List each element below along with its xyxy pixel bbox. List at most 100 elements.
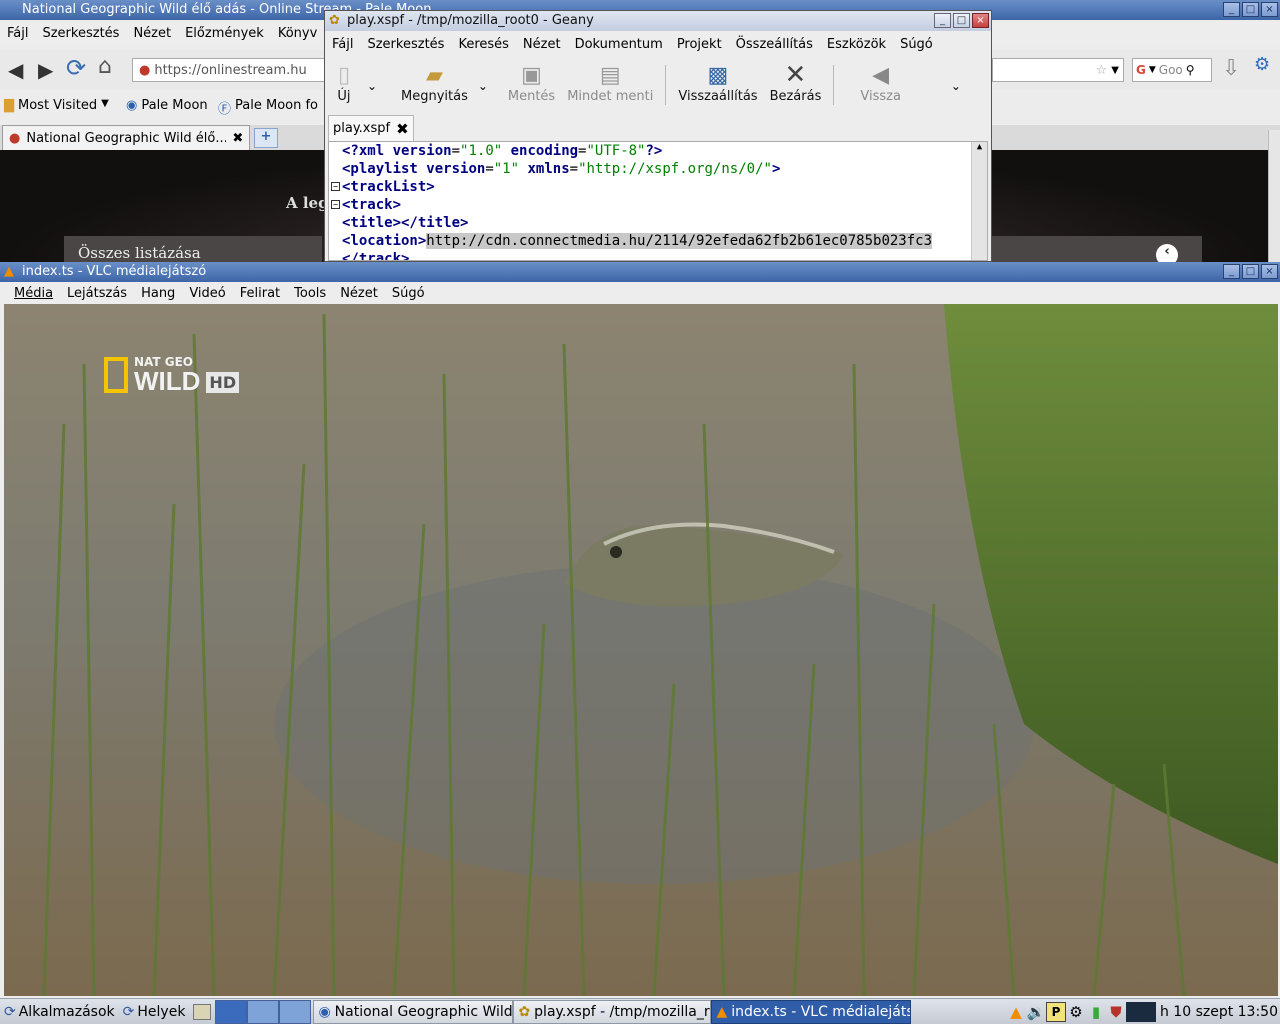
bookmark-pale-moon[interactable]: ◉ Pale Moon [126,98,208,113]
task-vlc[interactable]: ▲ index.ts - VLC médialejáts: [711,999,912,1024]
workspace-1[interactable] [215,999,248,1024]
page-scrollbar[interactable] [1268,130,1280,262]
geany-titlebar[interactable]: ✿ play.xspf - /tmp/mozilla_root0 - Geany… [325,11,991,31]
xml-eq: = [485,161,494,177]
task-geany[interactable]: ✿ play.xspf - /tmp/mozilla_rc [513,999,712,1024]
menu-view[interactable]: Nézet [126,26,178,41]
shield-icon[interactable]: ⛊ [1106,1002,1126,1022]
tab-national-geographic[interactable]: ● National Geographic Wild élő... ✖ [2,125,250,150]
maximize-button[interactable]: □ [1242,264,1259,279]
list-all-button[interactable]: Összes listázása [64,236,322,262]
xml-tag-end: > [771,161,781,177]
menu-video[interactable]: Videó [182,286,232,301]
save-all-button[interactable]: ▤ Mindet menti [561,55,659,105]
new-dropdown-icon[interactable]: ⌄ [363,55,381,93]
close-button[interactable]: × [1261,264,1278,279]
bookmark-pale-moon-forum[interactable]: Ⓕ Pale Moon fo [218,98,324,117]
menu-view[interactable]: Nézet [516,37,568,52]
bookmark-most-visited[interactable]: ▇ Most Visited ▼ [4,98,109,113]
close-file-button[interactable]: ✕ Bezárás [764,55,828,104]
forward-icon[interactable]: ▶ [38,58,53,82]
addon-icon[interactable]: ⚙ [1254,54,1270,75]
vlc-tray-icon[interactable]: ▲ [1006,1002,1026,1022]
menu-tools[interactable]: Eszközök [820,37,893,52]
editor-scrollbar[interactable]: ▲ [971,142,987,260]
bookmark-label: Pale Moon fo [235,98,319,113]
battery-icon[interactable]: ▮ [1086,1002,1106,1022]
save-all-icon: ▤ [599,62,621,88]
network-icon[interactable]: ⚙ [1066,1002,1086,1022]
close-button[interactable]: × [1261,2,1278,17]
open-button[interactable]: ▰ Megnyitás [395,55,474,105]
task-palemoon[interactable]: ◉ National Geographic Wild é [313,999,514,1024]
list-all-label: Összes listázása [78,244,201,262]
minimize-button[interactable]: _ [1223,264,1240,279]
geany-window: ✿ play.xspf - /tmp/mozilla_root0 - Geany… [324,10,992,262]
new-label: Új [337,89,351,104]
menu-view[interactable]: Nézet [333,286,385,301]
back-icon[interactable]: ◀ [8,58,23,82]
clock[interactable]: h 10 szept 13:50 [1156,1000,1280,1024]
show-desktop-button[interactable] [189,1000,215,1024]
close-tab-icon[interactable]: ✖ [232,131,243,146]
menu-media[interactable]: Média [0,286,60,301]
menu-bookmarks[interactable]: Könyv [271,26,324,41]
places-menu[interactable]: ⟳ Helyek [119,1000,190,1024]
home-icon[interactable]: ⌂ [98,54,112,79]
maximize-button[interactable]: □ [953,13,970,28]
workspace-3[interactable] [279,999,312,1024]
menu-edit[interactable]: Szerkesztés [35,26,126,41]
url-bar-end[interactable]: ☆ ▼ [992,58,1124,82]
menu-subtitle[interactable]: Felirat [233,286,287,301]
close-button[interactable]: × [972,13,989,28]
vlc-titlebar[interactable]: ▲ index.ts - VLC médialejátszó _ □ × [0,262,1280,282]
menu-tools[interactable]: Tools [287,286,333,301]
menu-audio[interactable]: Hang [134,286,182,301]
volume-icon[interactable]: 🔉 [1026,1002,1046,1022]
code-line-3: − <trackList> [329,178,987,196]
open-dropdown-icon[interactable]: ⌄ [474,55,492,93]
scroll-up-icon[interactable]: ▲ [972,142,987,152]
menu-file[interactable]: Fájl [0,26,35,41]
menu-help[interactable]: Súgó [893,37,940,52]
close-tab-icon[interactable]: ✖ [396,120,409,138]
menu-playback[interactable]: Lejátszás [60,286,134,301]
save-button[interactable]: ▣ Mentés [502,55,561,105]
download-icon[interactable]: ⇩ [1222,56,1240,81]
toolbar-overflow-icon[interactable]: ⌄ [947,55,965,93]
back-button[interactable]: ◀ Vissza [854,55,907,105]
fold-icon[interactable]: − [331,200,340,209]
new-button[interactable]: ▯ Új [325,55,363,105]
minimize-button[interactable]: _ [1223,2,1240,17]
workspace-2[interactable] [247,999,280,1024]
url-bar[interactable]: ● https://onlinestream.hu [132,58,328,82]
menu-file[interactable]: Fájl [325,37,360,52]
system-monitor-icon[interactable] [1125,1001,1156,1022]
menu-history[interactable]: Előzmények [178,26,271,41]
minimize-button[interactable]: _ [934,13,951,28]
search-engine-dropdown-icon[interactable]: ▼ [1149,65,1156,75]
menu-help[interactable]: Súgó [385,286,432,301]
new-tab-button[interactable]: + [254,128,278,148]
xml-eq: = [451,143,461,159]
revert-button[interactable]: ▩ Visszaállítás [672,55,763,105]
reload-icon[interactable]: ⟳ [66,54,86,82]
video-frame[interactable]: NAT GEO WILD HD [4,304,1278,996]
bookmark-star-icon[interactable]: ☆ [1096,63,1108,78]
search-input[interactable]: G ▼ Goo ⚲ [1132,58,1212,82]
menu-build[interactable]: Összeállítás [729,37,820,52]
applications-menu[interactable]: ⟳ Alkalmazások [0,1000,119,1024]
fold-icon[interactable]: − [331,182,340,191]
p-badge-icon[interactable]: P [1045,1001,1066,1022]
tab-play-xspf[interactable]: play.xspf ✖ [328,115,414,141]
code-editor[interactable]: <?xml version="1.0" encoding="UTF-8"?> <… [328,141,988,261]
search-icon[interactable]: ⚲ [1186,63,1195,77]
maximize-button[interactable]: □ [1242,2,1259,17]
site-favicon-icon: ● [9,130,21,146]
vlc-title: index.ts - VLC médialejátszó [22,264,207,279]
menu-edit[interactable]: Szerkesztés [360,37,451,52]
menu-document[interactable]: Dokumentum [568,37,670,52]
url-dropdown-icon[interactable]: ▼ [1111,65,1119,76]
menu-search[interactable]: Keresés [451,37,515,52]
menu-project[interactable]: Projekt [670,37,729,52]
